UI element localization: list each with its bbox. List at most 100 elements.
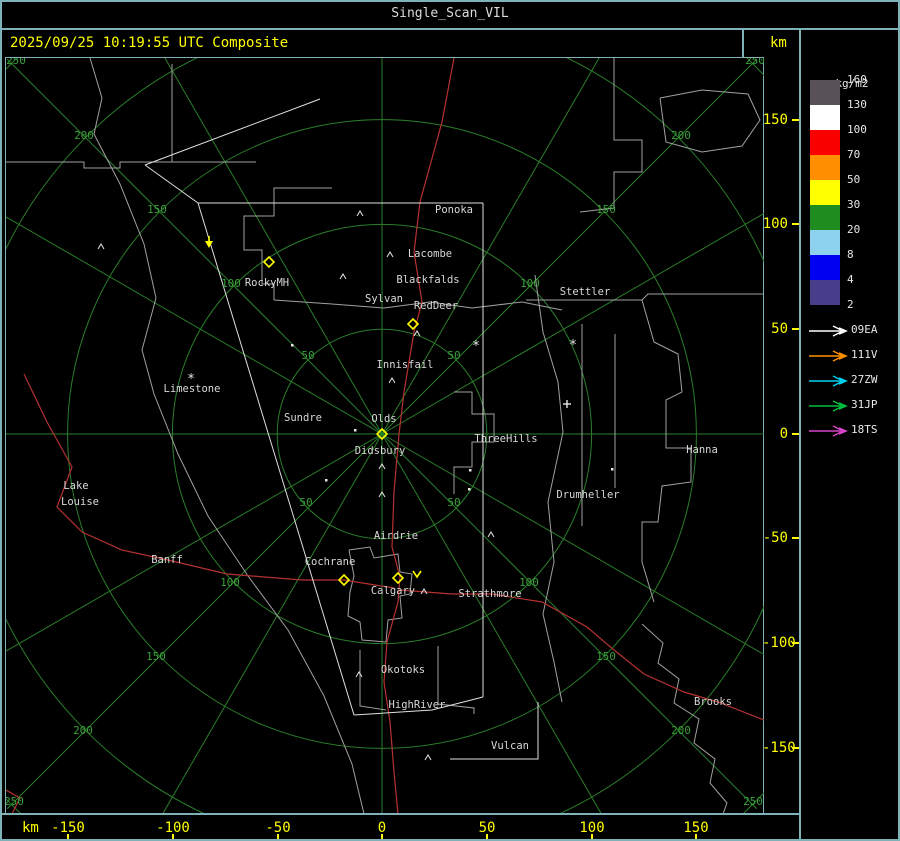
boundary-line <box>579 58 643 213</box>
ring-distance-label: 50 <box>447 496 460 509</box>
city-label-sundre: Sundre <box>284 412 322 424</box>
ring-distance-label: 50 <box>301 349 314 362</box>
asterisk-marker: * <box>187 372 195 387</box>
city-label-highriver: HighRiver <box>389 699 446 711</box>
ring-distance-label: 150 <box>147 203 167 216</box>
city-label-drumheller: Drumheller <box>556 489 619 501</box>
bottom-axis-tick <box>172 834 174 839</box>
station-arrow-icon <box>808 348 850 367</box>
legend-color-swatch <box>810 130 840 155</box>
azimuth-spoke-120 <box>164 58 383 435</box>
dot-town-marker <box>468 488 471 491</box>
city-label-olds: Olds <box>371 413 396 425</box>
boundary-line <box>641 623 728 813</box>
caret-town-marker <box>355 671 363 678</box>
ring-distance-label: 100 <box>221 277 241 290</box>
caret-town-marker <box>424 754 432 761</box>
right-axis-tick <box>792 747 799 749</box>
bottom-axis-tick <box>381 834 383 839</box>
caret-town-marker <box>388 377 396 384</box>
station-id-label: 09EA <box>851 323 878 336</box>
dot-town-marker <box>325 479 328 482</box>
right-axis-tick <box>792 223 799 225</box>
station-arrow-icon <box>808 373 850 392</box>
azimuth-spoke-45 <box>381 58 758 435</box>
radar-site-diamond-marker <box>262 255 276 269</box>
legend-color-swatch <box>810 80 840 105</box>
azimuth-spoke-240 <box>162 433 383 813</box>
city-label-banff: Banff <box>151 554 183 566</box>
asterisk-marker: * <box>569 338 577 353</box>
city-label-hanna: Hanna <box>686 444 718 456</box>
station-id-label: 31JP <box>851 398 878 411</box>
legend-scale-value: 8 <box>847 248 854 261</box>
azimuth-spoke-330 <box>381 433 764 656</box>
dot-town-marker <box>611 468 614 471</box>
city-label-blackfalds: Blackfalds <box>396 274 459 286</box>
right-axis-tick <box>792 119 799 121</box>
right-axis-label: 0 <box>779 426 788 442</box>
city-label-innisfail: Innisfail <box>377 359 434 371</box>
legend-color-swatch <box>810 255 840 280</box>
ring-distance-label: 250 <box>6 58 26 67</box>
legend-color-swatch <box>810 205 840 230</box>
radar-app-window: Single_Scan_VIL 2025/09/25 10:19:55 UTC … <box>0 0 900 841</box>
bottom-axis-tick <box>591 834 593 839</box>
station-id-label: 111V <box>851 348 878 361</box>
radar-map[interactable]: 50 50 50 50 100 100 100 100 150 150 150 150 200 200 20… <box>6 58 764 813</box>
dot-town-marker <box>291 344 294 347</box>
divider <box>742 30 744 57</box>
legend-scale-value: 4 <box>847 273 854 286</box>
city-label-threehills: ThreeHills <box>474 433 537 445</box>
bottom-axis-tick <box>695 834 697 839</box>
ring-distance-label: 200 <box>73 724 93 737</box>
legend-scale-value: 20 <box>847 223 861 236</box>
caret-town-marker <box>386 251 394 258</box>
ring-distance-label: 150 <box>596 203 616 216</box>
city-label-reddeer: RedDeer <box>414 300 458 312</box>
city-label-okotoks: Okotoks <box>381 664 425 676</box>
station-id-label: 27ZW <box>851 373 878 386</box>
dot-town-marker <box>354 429 357 432</box>
caret-town-marker <box>356 210 364 217</box>
boundary-line <box>89 58 365 813</box>
caret-town-marker <box>97 243 105 250</box>
chevron-down-marker <box>412 570 422 579</box>
ring-distance-label: 150 <box>596 650 616 663</box>
right-axis-label: 100 <box>762 216 788 232</box>
legend-color-swatch <box>810 230 840 255</box>
ring-distance-label: 150 <box>146 650 166 663</box>
city-label-airdrie: Airdrie <box>374 530 418 542</box>
ring-distance-label: 250 <box>745 58 764 67</box>
city-label-stettler: Stettler <box>560 286 611 298</box>
city-label-lake: Lake <box>63 480 88 492</box>
ring-distance-label: 250 <box>6 795 24 808</box>
right-axis-tick <box>792 328 799 330</box>
window-title: Single_Scan_VIL <box>391 6 509 21</box>
ring-distance-label: 50 <box>299 496 312 509</box>
city-label-louise: Louise <box>61 496 99 508</box>
caret-town-marker <box>487 531 495 538</box>
city-label-didsbury: Didsbury <box>355 445 406 457</box>
ring-distance-label: 50 <box>447 349 460 362</box>
boundary-line <box>659 89 761 153</box>
ring-distance-label: 100 <box>520 277 540 290</box>
ring-distance-label: 250 <box>743 795 763 808</box>
ring-distance-label: 200 <box>671 129 691 142</box>
city-label-ponoka: Ponoka <box>435 204 473 216</box>
legend-color-swatch <box>810 105 840 130</box>
city-label-vulcan: Vulcan <box>491 740 529 752</box>
city-label-cochrane: Cochrane <box>305 556 356 568</box>
right-axis-units: km <box>770 35 787 51</box>
right-axis-tick <box>792 537 799 539</box>
station-id-label: 18TS <box>851 423 878 436</box>
legend-scale-value: 100 <box>847 123 867 136</box>
scan-timestamp: 2025/09/25 10:19:55 UTC Composite <box>10 35 289 51</box>
bottom-axis-tick <box>486 834 488 839</box>
city-label-lacombe: Lacombe <box>408 248 452 260</box>
legend-color-swatch <box>810 280 840 305</box>
title-bar: Single_Scan_VIL <box>2 6 898 21</box>
legend-scale-value: 30 <box>847 198 861 211</box>
legend-scale-value: 2 <box>847 298 854 311</box>
right-axis-label: -50 <box>762 530 788 546</box>
